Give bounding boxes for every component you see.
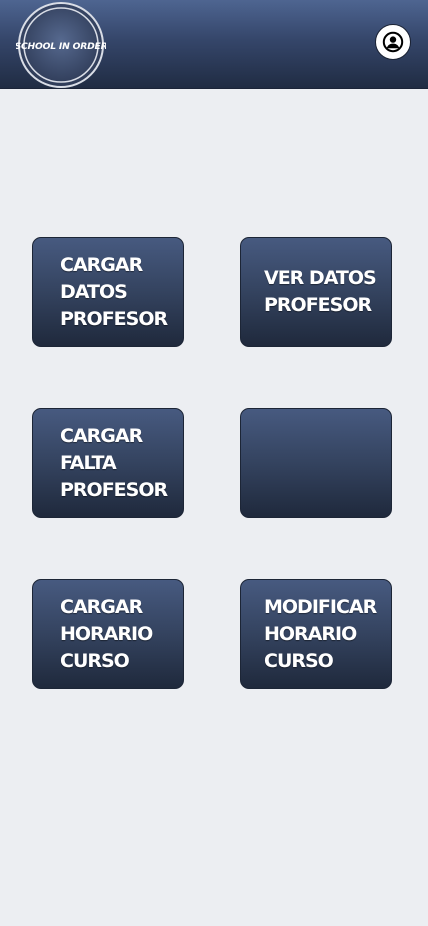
tile-label: CARGAR HORARIO CURSO: [60, 595, 153, 672]
modificar-horario-curso-button[interactable]: MODIFICAR HORARIO CURSO: [240, 579, 392, 689]
app-header: SCHOOL IN ORDER: [0, 0, 428, 89]
tile-label: CARGAR DATOS PROFESOR: [60, 253, 168, 330]
cargar-datos-profesor-button[interactable]: CARGAR DATOS PROFESOR: [32, 237, 184, 347]
empty-tile-button[interactable]: [240, 408, 392, 518]
user-profile-button[interactable]: [375, 24, 411, 60]
tile-label: CARGAR FALTA PROFESOR: [60, 424, 168, 501]
user-circle-icon: [382, 31, 404, 53]
tile-label: VER DATOS PROFESOR: [264, 267, 377, 316]
ver-datos-profesor-button[interactable]: VER DATOS PROFESOR: [240, 237, 392, 347]
cargar-falta-profesor-button[interactable]: CARGAR FALTA PROFESOR: [32, 408, 184, 518]
cargar-horario-curso-button[interactable]: CARGAR HORARIO CURSO: [32, 579, 184, 689]
logo-text: SCHOOL IN ORDER: [16, 41, 106, 52]
school-in-order-logo[interactable]: SCHOOL IN ORDER: [16, 2, 106, 88]
tile-label: MODIFICAR HORARIO CURSO: [264, 595, 377, 672]
